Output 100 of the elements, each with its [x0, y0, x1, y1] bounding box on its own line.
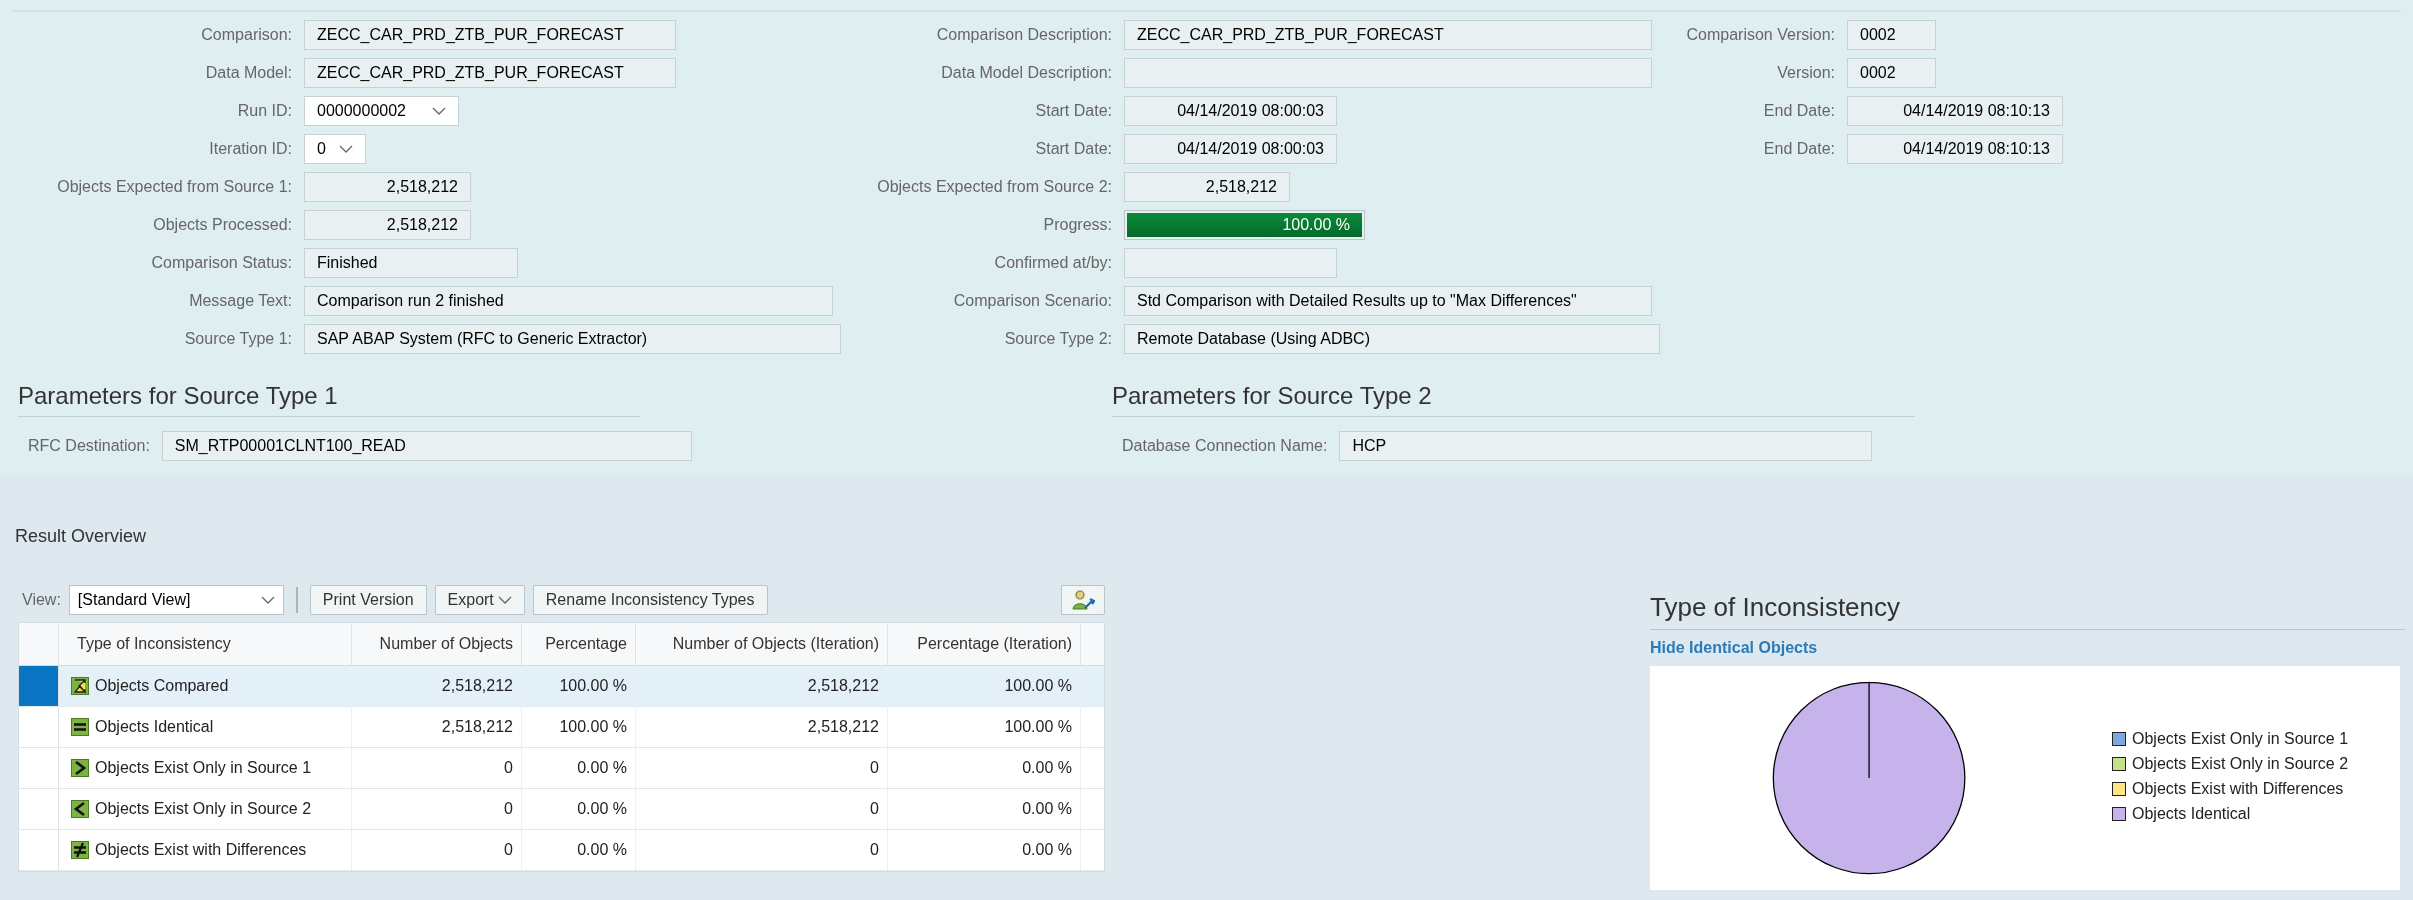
readonly-field: 04/14/2019 08:10:13 [1847, 96, 2063, 126]
table-cell-text: 0 [504, 799, 513, 819]
table-row[interactable]: Objects Compared 2,518,212 100.00 % 2,518,212 100.00 % [19, 666, 1104, 707]
legend-label: Objects Exist Only in Source 1 [2132, 728, 2349, 749]
toolbar-button[interactable]: Export [434, 585, 525, 615]
table-row[interactable]: Objects Exist Only in Source 2 0 0.00 % 0 0.00 % [19, 789, 1104, 830]
readonly-field: Comparison run 2 finished [304, 286, 833, 316]
table-cell-text: 0.00 % [577, 799, 627, 819]
field-label: Comparison Status: [150, 253, 292, 273]
readonly-field: ZECC_CAR_PRD_ZTB_PUR_FORECAST [304, 58, 676, 88]
table-cell-text: Objects Compared [95, 676, 229, 696]
table-cell-text: 0 [870, 840, 879, 860]
readonly-field: Finished [304, 248, 518, 278]
table-cell-text: 0.00 % [1022, 799, 1072, 819]
table-cell-text: 100.00 % [559, 717, 627, 737]
caret-icon [497, 596, 512, 604]
sigma-icon [71, 677, 89, 695]
table-cell-text: 0 [870, 799, 879, 819]
hide-identical-link[interactable]: Hide Identical Objects [1650, 636, 1818, 660]
caret-icon [339, 145, 353, 153]
person-wrench-icon [1071, 589, 1095, 611]
field-label: Comparison Version: [1685, 25, 1835, 45]
field-label: Data Model: [204, 63, 292, 83]
table-cell-text: 100.00 % [559, 676, 627, 696]
field-label: Comparison: [200, 25, 292, 45]
table-cell-text: 2,518,212 [441, 717, 513, 737]
field-label: Iteration ID: [208, 139, 292, 159]
column-header[interactable]: Percentage [522, 623, 636, 665]
caret-icon [260, 596, 275, 604]
readonly-field: 0002 [1847, 20, 1936, 50]
legend-label: Objects Identical [2132, 803, 2251, 824]
readonly-field: 2,518,212 [304, 210, 471, 240]
table-cell-text: 0.00 % [577, 758, 627, 778]
table-cell-text: Objects Exist Only in Source 1 [95, 758, 312, 778]
field-label: Objects Expected from Source 2: [876, 177, 1112, 197]
field-label: RFC Destination: [28, 436, 150, 456]
section-heading: Parameters for Source Type 2 [1112, 382, 1432, 409]
readonly-field: ZECC_CAR_PRD_ZTB_PUR_FORECAST [304, 20, 676, 50]
view-dropdown[interactable]: [Standard View] [68, 585, 284, 615]
table-cell-text: 0.00 % [1022, 840, 1072, 860]
field-label: Comparison Description: [935, 25, 1112, 45]
table-cell-text: 2,518,212 [807, 676, 879, 696]
table-cell-text: 0.00 % [1022, 758, 1072, 778]
table-row[interactable]: Objects Exist Only in Source 1 0 0.00 % 0 0.00 % [19, 748, 1104, 789]
readonly-field: 0002 [1847, 58, 1936, 88]
readonly-field: HCP [1339, 431, 1873, 461]
view-label: View: [22, 590, 61, 610]
field-label: Version: [1776, 63, 1835, 83]
field-label: Message Text: [188, 291, 292, 311]
section-title: Result Overview [15, 525, 148, 548]
table-cell-text: 0.00 % [577, 840, 627, 860]
table-cell-text: 0 [870, 758, 879, 778]
not-equal-icon [71, 841, 89, 859]
column-header[interactable]: Type of Inconsistency [59, 623, 352, 665]
readonly-field: SAP ABAP System (RFC to Generic Extractor) [304, 324, 841, 354]
table-cell-text: 2,518,212 [807, 717, 879, 737]
legend-label: Objects Exist Only in Source 2 [2132, 753, 2349, 774]
readonly-field: SM_RTP00001CLNT100_READ [161, 431, 692, 461]
readonly-field: 2,518,212 [1124, 172, 1290, 202]
table-cell-text: Objects Identical [95, 717, 214, 737]
greater-than-icon [71, 759, 89, 777]
readonly-field: 2,518,212 [304, 172, 471, 202]
column-header[interactable]: Number of Objects (Iteration) [636, 623, 888, 665]
table-cell-text: 0 [504, 758, 513, 778]
column-header[interactable]: Number of Objects [352, 623, 522, 665]
field-label: Progress: [1042, 215, 1112, 235]
readonly-field: 04/14/2019 08:00:03 [1124, 96, 1337, 126]
field-label: Source Type 2: [1003, 329, 1112, 349]
table-row[interactable]: Objects Exist with Differences 0 0.00 % 0 0.00 % [19, 830, 1104, 871]
table-cell-text: 0 [504, 840, 513, 860]
column-header[interactable]: Percentage (Iteration) [888, 623, 1081, 665]
toolbar-button[interactable]: Print Version [309, 585, 427, 615]
table-row[interactable]: Objects Identical 2,518,212 100.00 % 2,518,212 100.00 % [19, 707, 1104, 748]
field-label: Data Model Description: [940, 63, 1112, 83]
dropdown-field[interactable]: 0 [304, 134, 366, 164]
field-label: End Date: [1762, 101, 1835, 121]
field-label: Run ID: [236, 101, 292, 121]
readonly-field: Std Comparison with Detailed Results up to "Max Differences" [1124, 286, 1652, 316]
equals-icon [71, 718, 89, 736]
field-label: Objects Expected from Source 1: [56, 177, 292, 197]
readonly-field: ZECC_CAR_PRD_ZTB_PUR_FORECAST [1124, 20, 1652, 50]
table-cell-text: Objects Exist Only in Source 2 [95, 799, 312, 819]
field-label: Start Date: [1034, 139, 1112, 159]
dropdown-field[interactable]: 0000000002 [304, 96, 459, 126]
legend-label: Objects Exist with Differences [2132, 778, 2344, 799]
field-label: Confirmed at/by: [993, 253, 1112, 273]
toolbar-button[interactable]: Rename Inconsistency Types [532, 585, 768, 615]
readonly-field: 04/14/2019 08:10:13 [1847, 134, 2063, 164]
section-heading: Parameters for Source Type 1 [18, 382, 338, 409]
progress-fill: 100.00 % [1127, 213, 1362, 237]
field-label: Comparison Scenario: [952, 291, 1112, 311]
field-label: End Date: [1762, 139, 1835, 159]
row-selector[interactable] [19, 666, 59, 706]
table-cell-text: Objects Exist with Differences [95, 840, 307, 860]
table-cell-text: 2,518,212 [441, 676, 513, 696]
chart-title: Type of Inconsistency [1650, 592, 1901, 622]
less-than-icon [71, 800, 89, 818]
caret-icon [432, 107, 446, 115]
settings-button[interactable] [1061, 585, 1105, 615]
readonly-field: Remote Database (Using ADBC) [1124, 324, 1660, 354]
